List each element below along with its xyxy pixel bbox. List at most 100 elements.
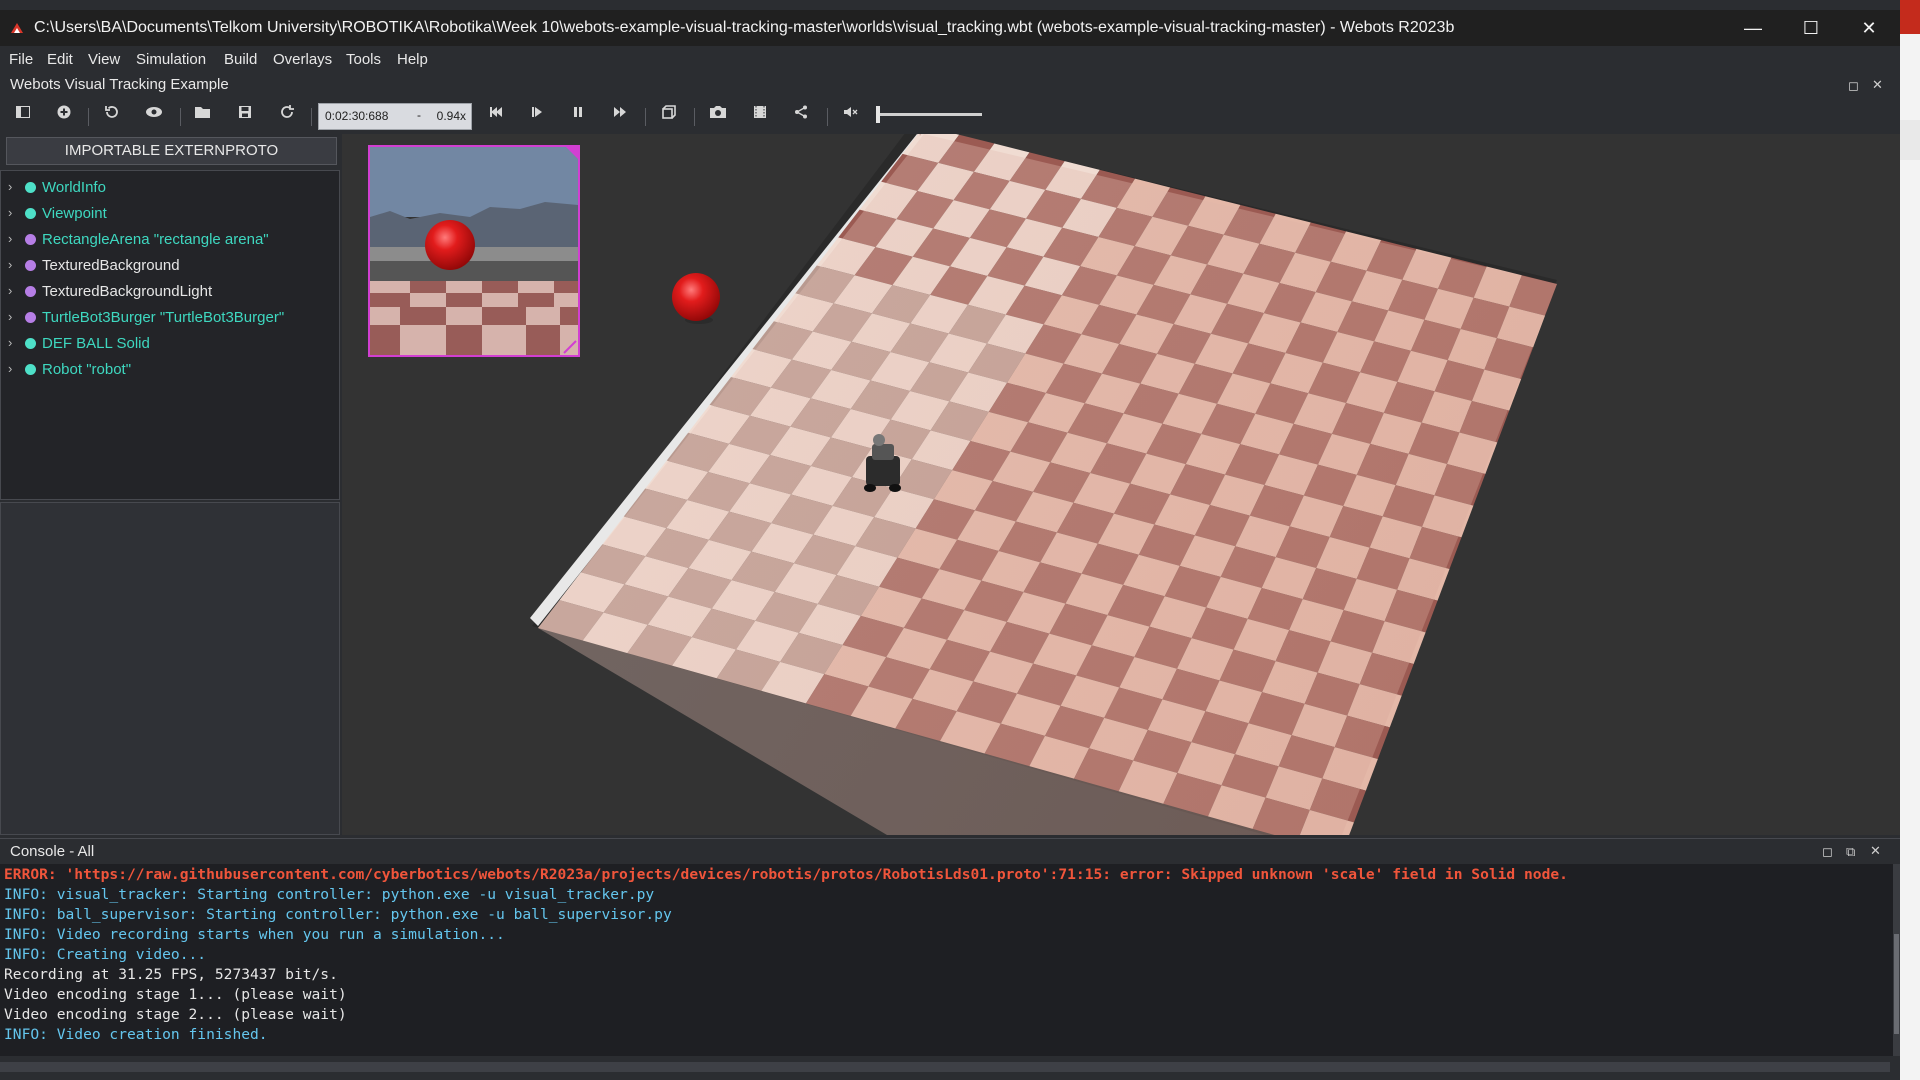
background-window-edge [1900,0,1920,1080]
field-editor-panel [0,502,340,835]
expand-arrow-icon[interactable]: › [8,231,12,246]
camera-ball [425,220,475,270]
render-toggle-icon[interactable] [657,104,681,128]
console-line: INFO: visual_tracker: Starting controlle… [4,886,655,903]
expand-arrow-icon[interactable]: › [8,179,12,194]
console-header: Console - All ◻ ⧉ ✕ [0,838,1900,865]
toolbar: 0:02:30:688 - 0.94x [0,98,1900,134]
volume-slider-handle[interactable] [876,106,880,123]
menu-help[interactable]: Help [397,46,428,74]
node-type-icon [25,208,36,219]
console-output[interactable]: ERROR: 'https://raw.githubusercontent.co… [0,864,1893,1056]
simulation-time: 0:02:30:688 [325,109,389,123]
console-title: Console - All [10,843,95,860]
scene-tree-node[interactable]: › WorldInfo [1,175,339,201]
scene-tree-node[interactable]: › Viewpoint [1,201,339,227]
expand-arrow-icon[interactable]: › [8,335,12,350]
menu-simulation[interactable]: Simulation [136,46,206,74]
add-node-icon[interactable] [52,104,76,128]
console-line: INFO: Video recording starts when you ru… [4,926,505,943]
console-undock-icon[interactable]: ⧉ [1846,844,1855,860]
scene-tree-node[interactable]: › RectangleArena "rectangle arena" [1,227,339,253]
menu-bar: File Edit View Simulation Build Overlays… [0,46,1900,74]
scene-tree-node-label: TurtleBot3Burger "TurtleBot3Burger" [42,309,285,326]
console-vertical-scrollbar[interactable] [1893,864,1900,1056]
scene-tree-node-label: RectangleArena "rectangle arena" [42,231,269,248]
view-icon[interactable] [142,104,166,128]
scene-tree-node-label: TexturedBackgroundLight [42,283,213,300]
console-line: Video encoding stage 1... (please wait) [4,986,347,1003]
red-ball[interactable] [672,273,720,321]
console-float-icon[interactable]: ◻ [1822,844,1833,860]
scene-tree-node-label: TexturedBackground [42,257,180,274]
horizontal-scroll-thumb[interactable] [0,1062,1890,1072]
console-line: ERROR: 'https://raw.githubusercontent.co… [4,866,1568,883]
arena-floor [538,134,1557,835]
menu-build[interactable]: Build [224,46,257,74]
importable-externproto-button[interactable]: IMPORTABLE EXTERNPROTO [6,137,337,165]
step-icon[interactable] [525,104,549,128]
expand-arrow-icon[interactable]: › [8,257,12,272]
expand-arrow-icon[interactable]: › [8,205,12,220]
share-icon[interactable] [789,104,813,128]
console-line: Recording at 31.25 FPS, 5273437 bit/s. [4,966,338,983]
expand-arrow-icon[interactable]: › [8,309,12,324]
scene-tree-node-label: Viewpoint [42,205,107,222]
close-button[interactable]: ✕ [1840,10,1898,46]
camera-image [370,147,578,355]
node-type-icon [25,312,36,323]
pause-icon[interactable] [566,104,590,128]
fast-forward-icon[interactable] [608,104,632,128]
document-title-row: Webots Visual Tracking Example ◻ ✕ [0,74,1900,98]
float-view-icon[interactable]: ◻ [1848,78,1859,94]
scene-tree-node-label: WorldInfo [42,179,106,196]
console-horizontal-scrollbar[interactable] [0,1056,1900,1080]
scene-tree-node[interactable]: › TexturedBackgroundLight [1,279,339,305]
node-type-icon [25,234,36,245]
scene-tree: › WorldInfo › Viewpoint › RectangleArena "rec… [0,170,340,500]
close-view-icon[interactable]: ✕ [1872,77,1883,93]
simulation-speed: 0.94x [436,109,466,123]
console-line: INFO: Video creation finished. [4,1026,268,1043]
menu-edit[interactable]: Edit [47,46,73,74]
screenshot-icon[interactable] [706,104,730,128]
menu-tools[interactable]: Tools [346,46,381,74]
node-type-icon [25,338,36,349]
console-close-icon[interactable]: ✕ [1870,843,1881,859]
document-title: Webots Visual Tracking Example [10,76,229,93]
save-world-icon[interactable] [233,104,257,128]
node-type-icon [25,260,36,271]
console-line: Video encoding stage 2... (please wait) [4,1006,347,1023]
simulation-time-display: 0:02:30:688 - 0.94x [318,103,472,130]
scene-tree-node-label: DEF BALL Solid [42,335,150,352]
scene-tree-node[interactable]: › DEF BALL Solid [1,331,339,357]
camera-overlay[interactable] [368,145,580,357]
maximize-button[interactable]: ☐ [1782,10,1840,46]
scene-tree-node-label: Robot "robot" [42,361,132,378]
console-scroll-thumb[interactable] [1894,934,1899,1034]
mute-icon[interactable] [838,104,862,128]
scene-tree-node[interactable]: › Robot "robot" [1,357,339,383]
app-icon [11,23,23,33]
toggle-scene-tree-icon[interactable] [11,104,35,128]
scene-tree-node[interactable]: › TurtleBot3Burger "TurtleBot3Burger" [1,305,339,331]
scene-tree-node[interactable]: › TexturedBackground [1,253,339,279]
volume-slider[interactable] [876,106,982,123]
reload-world-icon[interactable] [275,104,299,128]
expand-arrow-icon[interactable]: › [8,283,12,298]
node-type-icon [25,286,36,297]
minimize-button[interactable]: — [1724,10,1782,46]
node-type-icon [25,364,36,375]
expand-arrow-icon[interactable]: › [8,361,12,376]
time-separator: - [417,108,421,122]
movie-icon[interactable] [748,104,772,128]
menu-overlays[interactable]: Overlays [273,46,332,74]
open-world-icon[interactable] [191,104,215,128]
console-line: INFO: ball_supervisor: Starting controll… [4,906,672,923]
menu-file[interactable]: File [9,46,33,74]
console-line: INFO: Creating video... [4,946,207,963]
step-back-icon[interactable] [484,104,508,128]
menu-view[interactable]: View [88,46,120,74]
window-title: C:\Users\BA\Documents\Telkom University\… [34,19,1455,36]
reset-viewpoint-icon[interactable] [100,104,124,128]
